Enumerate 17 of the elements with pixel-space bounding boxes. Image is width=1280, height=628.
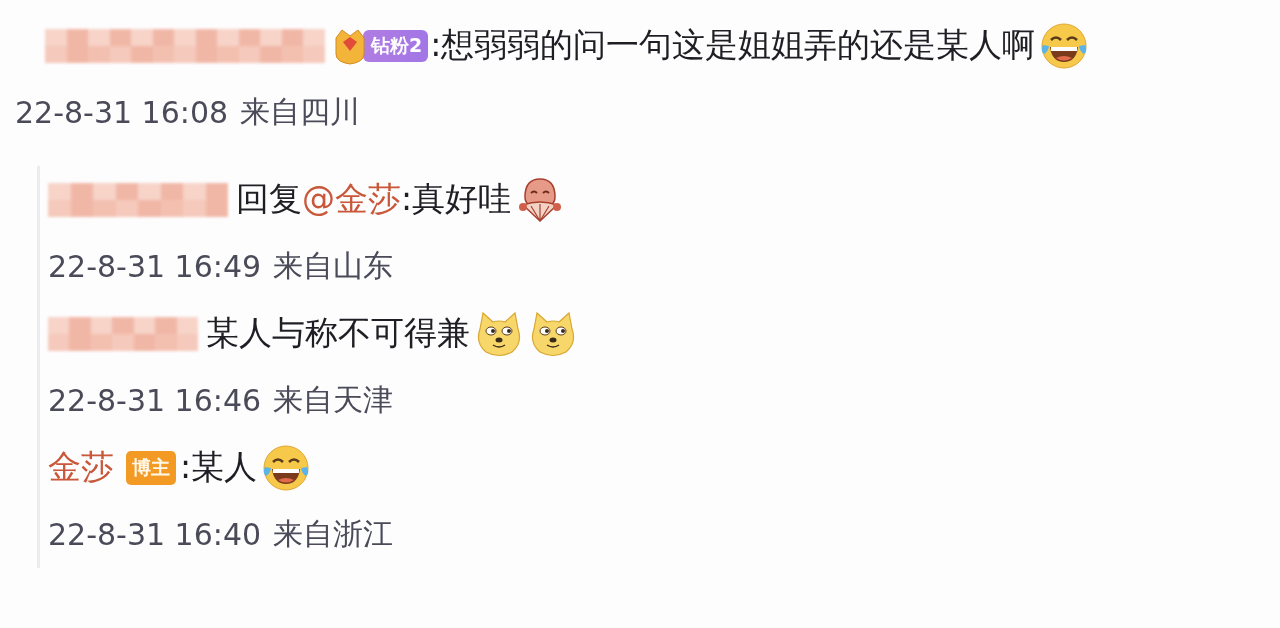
timestamp: 22-8-31 16:46 — [48, 383, 262, 418]
comment-text: :想弱弱的问一句这是姐姐弄的还是某人啊 — [430, 24, 1036, 66]
location-label: 来自天津 — [273, 381, 394, 419]
timestamp: 22-8-31 16:49 — [48, 249, 262, 284]
location-label: 来自山东 — [273, 247, 394, 285]
timestamp: 22-8-31 16:40 — [48, 517, 262, 552]
comment-text: :某人 — [180, 446, 258, 488]
comment-text: 某人与称不可得兼 — [206, 312, 470, 354]
laughing-face-icon — [261, 442, 312, 493]
author-badge: 博主 — [126, 450, 176, 485]
location-label: 来自四川 — [240, 93, 361, 131]
user-name[interactable]: 金莎 — [48, 445, 114, 490]
timestamp: 22-8-31 16:08 — [15, 95, 229, 130]
mention-link[interactable]: @金莎 — [302, 179, 401, 218]
laughing-face-icon — [1039, 20, 1090, 71]
location-label: 来自浙江 — [273, 515, 394, 553]
comment-text: 回复@金莎:真好哇 — [236, 178, 512, 220]
